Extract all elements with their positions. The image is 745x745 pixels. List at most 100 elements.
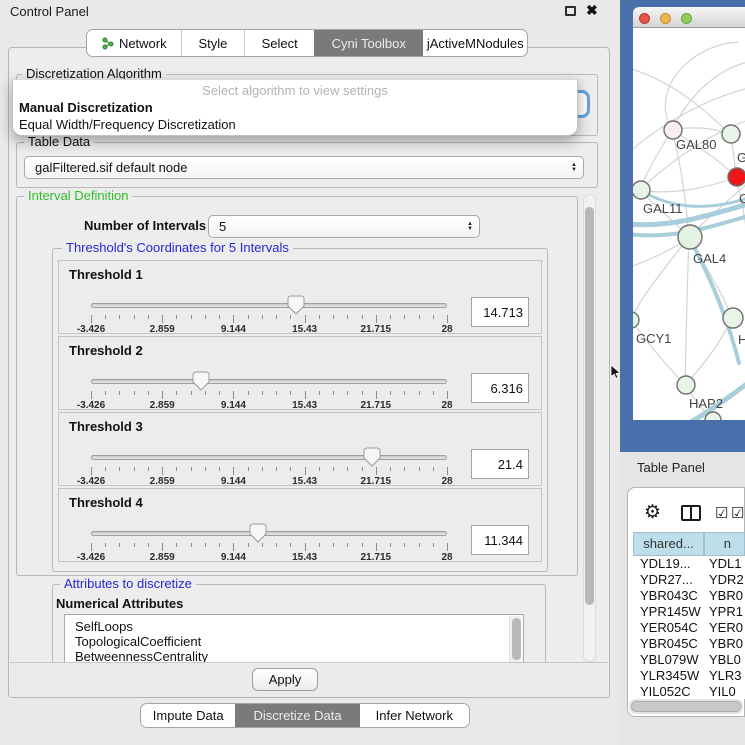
tab-cyni-toolbox[interactable]: Cyni Toolbox (314, 30, 424, 56)
network-node[interactable] (722, 125, 740, 143)
attribute-item[interactable]: TopologicalCoefficient (65, 634, 523, 649)
table-row[interactable]: YDR27...YDR2 (633, 572, 745, 588)
tick-mark (119, 315, 120, 319)
table-row[interactable]: YBL079WYBL0 (633, 652, 745, 668)
tick-mark (404, 391, 405, 395)
apply-button[interactable]: Apply (252, 668, 318, 691)
close-icon[interactable]: ✖ (586, 2, 598, 19)
tab-style[interactable]: Style (181, 30, 245, 56)
table-row[interactable]: YDL19...YDL1 (633, 556, 745, 572)
gear-icon[interactable]: ⚙ (644, 501, 661, 524)
control-panel-tabbar: Network Style Select Cyni Toolbox jActiv… (86, 29, 528, 57)
algorithm-dropdown-popup: Select algorithm to view settings Manual… (12, 79, 578, 136)
checkbox-icon[interactable]: ☑ (715, 504, 728, 522)
tick-mark (419, 391, 420, 395)
tick-mark (362, 543, 363, 547)
tick-mark (119, 543, 120, 547)
network-node[interactable] (728, 168, 745, 186)
tab-infer-network[interactable]: Infer Network (360, 704, 469, 727)
table-header-shared-name[interactable]: shared... (633, 532, 704, 556)
threshold-slider[interactable]: -3.4262.8599.14415.4321.71528 (91, 373, 447, 411)
control-panel-vertical-scrollbar[interactable] (583, 194, 596, 662)
tab-impute-data[interactable]: Impute Data (141, 704, 235, 727)
tick-mark (205, 543, 206, 547)
tick-mark (376, 391, 377, 399)
tick-label: 15.43 (292, 552, 317, 563)
table-row[interactable]: YPR145WYPR1 (633, 604, 745, 620)
attributes-list-scrollbar[interactable] (509, 616, 521, 662)
tick-mark (276, 467, 277, 471)
table-row[interactable]: YER054CYER0 (633, 620, 745, 636)
network-canvas[interactable]: GAL80GACGAL11GAL4GCY1HHAP2 (633, 28, 745, 420)
slider-thumb[interactable] (192, 371, 210, 391)
network-node-label: C (739, 191, 745, 206)
tick-mark (219, 315, 220, 319)
tick-label: 28 (441, 476, 452, 487)
network-node[interactable] (723, 308, 743, 328)
split-columns-icon[interactable] (681, 505, 701, 521)
table-horizontal-scrollbar[interactable] (629, 699, 743, 714)
tick-label: -3.426 (77, 400, 105, 411)
tick-label: 2.859 (150, 400, 175, 411)
algorithm-option-equal-width[interactable]: Equal Width/Frequency Discretization (19, 117, 236, 132)
thresholds-container: Threshold 1-3.4262.8599.14415.4321.71528… (58, 260, 542, 564)
tab-discretize-data[interactable]: Discretize Data (235, 704, 359, 727)
algorithm-option-manual[interactable]: Manual Discretization (19, 100, 153, 115)
network-node[interactable] (633, 181, 650, 199)
slider-thumb[interactable] (363, 447, 381, 467)
tab-jactivemnodules[interactable]: jActiveMNodules (423, 30, 527, 56)
network-edge (633, 320, 685, 385)
tick-mark (433, 315, 434, 319)
slider-thumb[interactable] (249, 523, 267, 543)
slider-track (91, 455, 447, 460)
tab-network[interactable]: Network (87, 30, 181, 56)
table-row[interactable]: YBR043CYBR0 (633, 588, 745, 604)
network-edge (640, 177, 736, 192)
window-close-button[interactable] (639, 13, 650, 24)
tick-mark (305, 391, 306, 399)
tick-mark (233, 467, 234, 475)
tick-mark (433, 467, 434, 471)
window-zoom-button[interactable] (681, 13, 692, 24)
threshold-value-field[interactable]: 21.4 (471, 449, 529, 479)
table-row[interactable]: YIL052CYIL0 (633, 684, 745, 699)
tab-select[interactable]: Select (244, 30, 314, 56)
tick-mark (362, 391, 363, 395)
tick-mark (91, 315, 92, 323)
network-node[interactable] (677, 376, 695, 394)
attribute-item[interactable]: SelfLoops (65, 619, 523, 634)
network-node[interactable] (678, 225, 702, 249)
table-row[interactable]: YBR045CYBR0 (633, 636, 745, 652)
table-data-combobox[interactable]: galFiltered.sif default node ▲▼ (24, 156, 584, 179)
network-node[interactable] (633, 312, 639, 328)
tab-discretize-data-label: Discretize Data (253, 708, 341, 723)
float-icon[interactable] (565, 6, 576, 16)
thresholds-group-label: Threshold's Coordinates for 5 Intervals (62, 241, 293, 255)
combobox-arrows-icon: ▲▼ (467, 222, 473, 232)
tick-mark (347, 543, 348, 547)
window-minimize-button[interactable] (660, 13, 671, 24)
threshold-slider[interactable]: -3.4262.8599.14415.4321.71528 (91, 525, 447, 563)
table-header-name[interactable]: n (704, 532, 745, 556)
attributes-group-label: Attributes to discretize (60, 577, 196, 591)
threshold-slider[interactable]: -3.4262.8599.14415.4321.71528 (91, 297, 447, 335)
cell-shared-name: YER054C (633, 620, 704, 636)
threshold-value-field[interactable]: 6.316 (471, 373, 529, 403)
tick-label: 2.859 (150, 476, 175, 487)
number-of-intervals-combobox[interactable]: 5 ▲▼ (208, 215, 480, 238)
threshold-panel: Threshold 4-3.4262.8599.14415.4321.71528… (58, 488, 542, 562)
threshold-value-field[interactable]: 14.713 (471, 297, 529, 327)
tick-mark (134, 543, 135, 547)
tick-mark (262, 467, 263, 471)
tick-mark (191, 315, 192, 319)
checkbox-icon[interactable]: ☑ (731, 504, 744, 522)
tick-mark (191, 467, 192, 471)
slider-thumb[interactable] (287, 295, 305, 315)
tick-label: 9.144 (221, 476, 246, 487)
tab-cyni-toolbox-label: Cyni Toolbox (332, 36, 406, 51)
threshold-value-field[interactable]: 11.344 (471, 525, 529, 555)
tick-mark (248, 543, 249, 547)
table-row[interactable]: YLR345WYLR3 (633, 668, 745, 684)
tick-mark (148, 391, 149, 395)
threshold-slider[interactable]: -3.4262.8599.14415.4321.71528 (91, 449, 447, 487)
